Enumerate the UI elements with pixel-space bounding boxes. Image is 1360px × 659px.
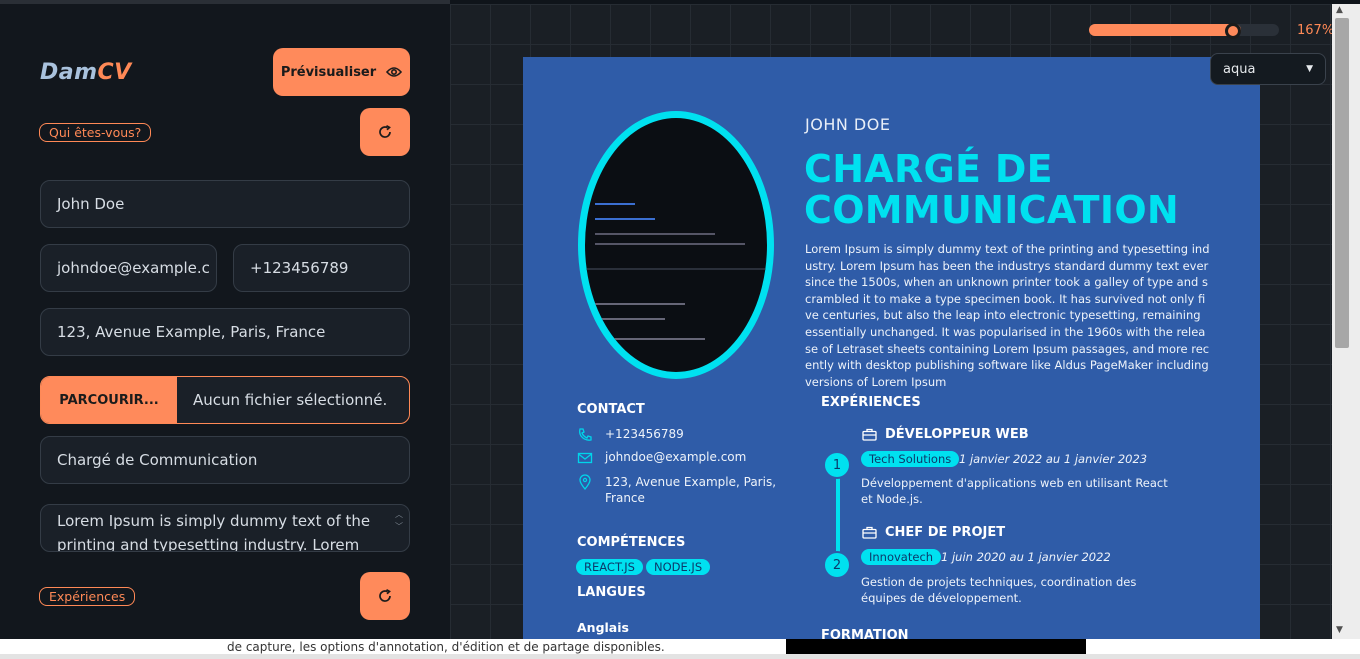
company-badge: Innovatech [861,549,942,565]
skills-heading: COMPÉTENCES [577,535,686,550]
job-description: Développement d'applications web en util… [861,476,1168,506]
contact-heading: CONTACT [577,402,645,417]
scroll-down-icon[interactable]: ▼ [1336,625,1343,635]
cv-name: JOHN DOE [805,115,891,134]
phone-field[interactable]: +123456789 [233,244,410,292]
company-badge: Tech Solutions [861,451,960,467]
cv-title: CHARGÉ DE COMMUNICATION [804,149,1179,231]
contact-email: johndoe@example.com [605,450,747,464]
languages-heading: LANGUES [577,585,646,600]
theme-select[interactable]: aqua ▼ [1210,53,1326,85]
about-text: Lorem Ipsum is simply dummy text of the … [57,512,371,552]
formation-heading: FORMATION [821,628,909,639]
photo-detail [585,268,767,270]
underlying-text: de capture, les options d'annotation, d'… [227,640,665,654]
job-title: DÉVELOPPEUR WEB [862,427,1029,442]
language-item: Anglais [577,620,629,635]
job-title-text: CHEF DE PROJET [885,525,1006,540]
cv-about: Lorem Ipsum is simply dummy text of the … [805,242,1210,389]
mail-icon [577,452,593,464]
timeline-step: 2 [823,551,851,579]
taskbar-edge [0,654,1360,659]
cv-title-line: CHARGÉ DE [804,147,1053,191]
contact-phone: +123456789 [605,427,684,441]
photo-detail [595,243,745,245]
briefcase-icon [862,526,877,539]
email-field[interactable]: johndoe@example.c [40,244,217,292]
caret-down-icon: ▼ [1306,64,1313,74]
reset-who-button[interactable] [360,108,410,156]
about-textarea[interactable]: Lorem Ipsum is simply dummy text of the … [40,504,410,552]
preview-button-label: Prévisualiser [280,64,377,80]
skill-badge: REACT.JS [576,559,643,575]
photo-detail [595,303,685,305]
phone-icon [579,428,592,441]
name-field[interactable]: John Doe [40,180,410,228]
app-logo: DamCV [40,60,132,85]
photo-detail [595,338,705,340]
browse-button[interactable]: PARCOURIR... [41,377,177,423]
contact-phone-row: +123456789 [577,427,684,443]
job-dates: 1 janvier 2022 au 1 janvier 2023 [959,452,1148,466]
eye-icon [386,67,403,77]
zoom-slider-handle[interactable] [1225,23,1241,39]
contact-email-row: johndoe@example.com [577,450,746,466]
contact-address-row: 123, Avenue Example, Paris, France [577,474,785,506]
briefcase-icon [862,428,877,441]
job-dates: 1 juin 2020 au 1 janvier 2022 [941,550,1111,564]
location-icon [579,474,591,490]
refresh-icon [379,589,391,602]
skill-badge: NODE.JS [646,559,711,575]
job-description: Gestion de projets techniques, coordinat… [861,575,1137,605]
zoom-slider[interactable] [1089,24,1279,36]
photo-file-input[interactable]: PARCOURIR... Aucun fichier sélectionné. [40,376,410,424]
photo-detail [595,318,665,320]
cv-page: JOHN DOE CHARGÉ DE COMMUNICATION Lorem I… [523,57,1260,639]
photo-detail [595,233,715,235]
experiences-heading: EXPÉRIENCES [821,395,921,410]
contact-address: 123, Avenue Example, Paris, France [605,475,777,505]
job-title-field[interactable]: Chargé de Communication [40,436,410,484]
scroll-up-icon[interactable]: ▲ [1336,5,1343,15]
section-tag-who: Qui êtes-vous? [39,123,152,142]
photo-detail [595,203,635,205]
address-field[interactable]: 123, Avenue Example, Paris, France [40,308,410,356]
zoom-slider-fill [1089,24,1241,36]
textarea-scroll-icon[interactable]: ︿ ﹀ [395,509,403,533]
job-title-text: DÉVELOPPEUR WEB [885,427,1029,442]
scrollbar-thumb[interactable] [1335,18,1349,348]
refresh-icon [379,125,391,138]
section-tag-experiences: Expériences [39,587,136,606]
preview-button[interactable]: Prévisualiser [273,48,410,96]
photo-detail [595,218,655,220]
cv-title-line: COMMUNICATION [804,188,1180,232]
reset-experiences-button[interactable] [360,572,410,620]
profile-photo [578,111,774,379]
timeline-step: 1 [823,451,851,479]
job-title: CHEF DE PROJET [862,525,1005,540]
editor-sidebar: DamCV Prévisualiser Qui êtes-vous? John … [0,0,450,639]
zoom-level: 167% [1297,23,1335,38]
file-status: Aucun fichier sélectionné. [193,391,388,409]
theme-select-value: aqua [1223,61,1256,77]
